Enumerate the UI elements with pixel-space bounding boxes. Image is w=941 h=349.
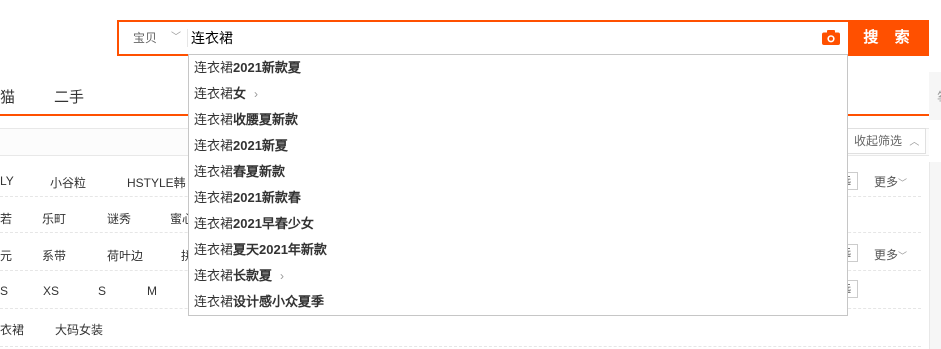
filter-option[interactable]: 谜秀 xyxy=(107,210,131,227)
suggestion-suffix: 设计感小众夏季 xyxy=(233,294,325,309)
more-label: 更多 xyxy=(874,248,899,262)
more-label: 更多 xyxy=(874,175,899,189)
filter-option[interactable]: 若 xyxy=(0,210,12,227)
filter-option[interactable]: 大码女装 xyxy=(55,321,103,338)
search-scope-select[interactable]: 宝贝 ﹀ xyxy=(119,22,187,54)
more-button[interactable]: 更多﹀ xyxy=(874,246,907,263)
filter-row-category: 衣裙 大码女装 xyxy=(0,312,921,347)
suggestion-suffix: 2021新款夏 xyxy=(233,60,301,75)
suggestion-item[interactable]: 连衣裙2021新夏 xyxy=(194,133,288,159)
camera-icon[interactable] xyxy=(822,30,840,45)
suggestion-item[interactable]: 连衣裙女 › xyxy=(194,81,258,107)
suggestion-item[interactable]: 连衣裙夏天2021年新款 xyxy=(194,237,327,263)
search-suggestions: 连衣裙2021新款夏 连衣裙女 › 连衣裙收腰夏新款 连衣裙2021新夏 连衣裙春夏新款连… xyxy=(188,54,848,316)
filter-option[interactable]: 荷叶边 xyxy=(107,247,143,264)
filter-option[interactable]: HSTYLE韩 xyxy=(127,174,186,191)
suggestion-item[interactable]: 连衣裙长款夏 › xyxy=(194,263,284,289)
filter-option[interactable]: S xyxy=(0,284,8,298)
chevron-right-icon: › xyxy=(280,269,285,283)
filter-option[interactable]: M xyxy=(147,284,157,298)
suggestion-item[interactable]: 连衣裙2021新款夏 xyxy=(194,55,301,81)
suggestion-item[interactable]: 连衣裙2021新款春 xyxy=(194,185,301,211)
divider xyxy=(187,29,188,47)
filter-option[interactable]: 元 xyxy=(0,247,12,264)
filter-option[interactable]: 衣裙 xyxy=(0,321,24,338)
chevron-up-icon: ︿ xyxy=(909,137,920,148)
suggestion-prefix: 连衣裙 xyxy=(194,112,234,127)
suggestion-prefix: 连衣裙 xyxy=(194,216,234,231)
suggestion-item[interactable]: 连衣裙2021早春少女 xyxy=(194,211,314,237)
search-box: 宝贝 ﹀ xyxy=(117,20,850,56)
more-button[interactable]: 更多﹀ xyxy=(874,173,907,190)
filter-option[interactable]: LY xyxy=(0,174,14,188)
suggestion-prefix: 连衣裙 xyxy=(194,60,234,75)
right-edge-panel: 筝 xyxy=(929,72,941,120)
collapse-filter-button[interactable]: 收起筛选 ︿ xyxy=(846,128,926,154)
search-scope-label: 宝贝 xyxy=(133,31,158,45)
suggestion-prefix: 连衣裙 xyxy=(194,242,234,257)
suggestion-prefix: 连衣裙 xyxy=(194,138,234,153)
suggestion-prefix: 连衣裙 xyxy=(194,86,234,101)
filter-option[interactable]: 小谷粒 xyxy=(50,174,86,191)
suggestion-prefix: 连衣裙 xyxy=(194,164,234,179)
filter-option[interactable]: XS xyxy=(43,284,59,298)
suggestion-suffix: 2021新夏 xyxy=(233,138,288,153)
suggestion-suffix: 春夏新款 xyxy=(233,164,286,179)
chevron-down-icon: ﹀ xyxy=(898,251,908,261)
suggestion-suffix: 2021新款春 xyxy=(233,190,301,205)
collapse-filter-label: 收起筛选 xyxy=(854,134,903,148)
suggestion-prefix: 连衣裙 xyxy=(194,190,234,205)
chevron-down-icon: ﹀ xyxy=(171,32,181,43)
right-edge-panel xyxy=(929,162,941,349)
suggestion-prefix: 连衣裙 xyxy=(194,268,234,283)
suggestion-item[interactable]: 连衣裙春夏新款 xyxy=(194,159,285,185)
suggestion-suffix: 女 xyxy=(233,86,247,101)
search-input[interactable] xyxy=(191,22,811,54)
suggestion-suffix: 夏天2021年新款 xyxy=(233,242,327,257)
suggestion-suffix: 收腰夏新款 xyxy=(233,112,299,127)
tab-tmall[interactable]: 猫 xyxy=(0,86,15,107)
suggestion-suffix: 2021早春少女 xyxy=(233,216,314,231)
suggestion-item[interactable]: 连衣裙收腰夏新款 xyxy=(194,107,298,133)
tab-secondhand[interactable]: 二手 xyxy=(54,86,84,107)
suggestion-prefix: 连衣裙 xyxy=(194,294,234,309)
chevron-right-icon: › xyxy=(254,87,259,101)
search-button[interactable]: 搜 索 xyxy=(850,20,929,56)
chevron-down-icon: ﹀ xyxy=(898,178,908,188)
filter-option[interactable]: 系带 xyxy=(42,247,66,264)
suggestion-item[interactable]: 连衣裙设计感小众夏季 xyxy=(194,289,324,315)
right-edge-char: 筝 xyxy=(937,88,941,108)
filter-option[interactable]: 乐町 xyxy=(42,210,66,227)
suggestion-suffix: 长款夏 xyxy=(233,268,273,283)
filter-option[interactable]: S xyxy=(98,284,106,298)
